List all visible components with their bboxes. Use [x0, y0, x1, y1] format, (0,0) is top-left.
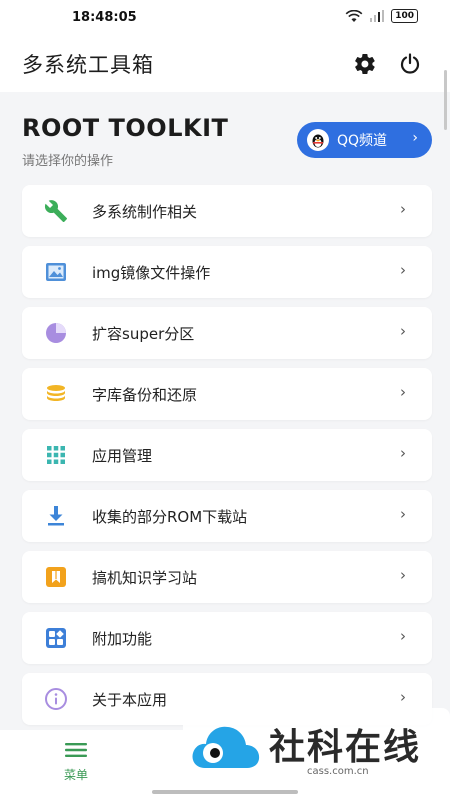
- qq-button-label: QQ频道: [337, 133, 388, 149]
- menu-item-learning[interactable]: 搞机知识学习站 ›: [22, 551, 432, 603]
- status-bar: 18:48:05 100: [0, 0, 450, 36]
- chevron-right-icon: ›: [400, 261, 406, 279]
- chevron-right-icon: ›: [400, 383, 406, 401]
- book-icon: [46, 567, 66, 587]
- power-icon: [400, 53, 420, 74]
- watermark-url: cass.com.cn: [307, 766, 369, 777]
- download-icon: [48, 506, 64, 526]
- gear-icon: [355, 53, 375, 75]
- menu-item-font-backup[interactable]: 字库备份和还原 ›: [22, 368, 432, 420]
- nav-item-menu[interactable]: 菜单: [52, 742, 100, 783]
- chevron-right-icon: ›: [412, 130, 418, 146]
- chevron-right-icon: ›: [400, 627, 406, 645]
- menu-item-multisystem[interactable]: 多系统制作相关 ›: [22, 185, 432, 237]
- menu-item-label: 搞机知识学习站: [92, 569, 198, 587]
- chevron-right-icon: ›: [400, 444, 406, 462]
- chevron-right-icon: ›: [400, 505, 406, 523]
- menu-item-label: 收集的部分ROM下载站: [92, 508, 248, 526]
- menu-item-label: img镜像文件操作: [92, 264, 211, 282]
- status-icons: 100: [345, 9, 418, 23]
- watermark: 社科在线 cass.com.cn: [183, 708, 450, 792]
- watermark-text: 社科在线: [269, 727, 422, 768]
- menu-item-label: 附加功能: [92, 630, 153, 648]
- home-indicator[interactable]: [152, 790, 298, 794]
- signal-icon: [370, 10, 385, 22]
- menu-item-label: 关于本应用: [92, 691, 168, 709]
- status-time: 18:48:05: [72, 10, 137, 25]
- wifi-icon: [345, 9, 363, 22]
- qq-penguin-icon: [307, 129, 329, 151]
- menu-item-rom-download[interactable]: 收集的部分ROM下载站 ›: [22, 490, 432, 542]
- chevron-right-icon: ›: [400, 566, 406, 584]
- menu-item-label: 字库备份和还原: [92, 386, 198, 404]
- app-bar: 多系统工具箱: [0, 36, 450, 92]
- battery-indicator: 100: [391, 9, 418, 23]
- app-title: 多系统工具箱: [22, 53, 154, 77]
- pie-chart-icon: [46, 323, 66, 343]
- cloud-logo-icon: [192, 726, 260, 768]
- chevron-right-icon: ›: [400, 322, 406, 340]
- chevron-right-icon: ›: [400, 688, 406, 706]
- chevron-right-icon: ›: [400, 200, 406, 218]
- image-icon: [46, 263, 66, 281]
- info-icon: [45, 688, 67, 710]
- menu-item-super-partition[interactable]: 扩容super分区 ›: [22, 307, 432, 359]
- database-icon: [47, 385, 65, 401]
- settings-button[interactable]: [351, 50, 379, 78]
- power-button[interactable]: [396, 50, 424, 78]
- brand-title: ROOT TOOLKIT: [22, 114, 229, 142]
- menu-item-app-management[interactable]: 应用管理 ›: [22, 429, 432, 481]
- qq-channel-button[interactable]: QQ频道 ›: [297, 122, 432, 158]
- menu-item-label: 多系统制作相关: [92, 203, 198, 221]
- menu-lines-icon: [65, 743, 87, 757]
- widgets-icon: [46, 628, 66, 648]
- apps-grid-icon: [47, 446, 65, 464]
- menu-item-label: 应用管理: [92, 447, 153, 465]
- brand-subtitle: 请选择你的操作: [22, 154, 114, 169]
- menu-item-extra-features[interactable]: 附加功能 ›: [22, 612, 432, 664]
- menu-item-label: 扩容super分区: [92, 325, 195, 343]
- nav-label: 菜单: [63, 768, 88, 782]
- wrench-icon: [44, 200, 67, 222]
- menu-item-img-image[interactable]: img镜像文件操作 ›: [22, 246, 432, 298]
- header-area: ROOT TOOLKIT 请选择你的操作 QQ频道 ›: [0, 92, 450, 182]
